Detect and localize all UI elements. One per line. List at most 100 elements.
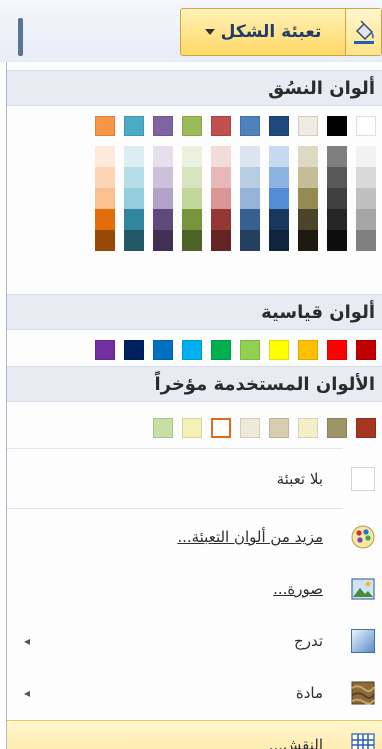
recent-color-swatch[interactable] bbox=[240, 418, 260, 438]
theme-shade-swatch[interactable] bbox=[356, 230, 376, 251]
theme-shade-swatch[interactable] bbox=[124, 167, 144, 188]
standard-color-swatch[interactable] bbox=[153, 340, 173, 360]
standard-color-swatch[interactable] bbox=[269, 340, 289, 360]
theme-shade-column bbox=[124, 146, 144, 251]
theme-shade-swatch[interactable] bbox=[182, 209, 202, 230]
recent-color-swatch[interactable] bbox=[327, 418, 347, 438]
theme-shade-swatch[interactable] bbox=[153, 230, 173, 251]
theme-shade-swatch[interactable] bbox=[124, 146, 144, 167]
theme-shade-swatch[interactable] bbox=[327, 209, 347, 230]
theme-shade-swatch[interactable] bbox=[124, 209, 144, 230]
theme-shade-swatch[interactable] bbox=[240, 167, 260, 188]
standard-color-swatch[interactable] bbox=[298, 340, 318, 360]
picture-fill-icon-col bbox=[343, 564, 382, 614]
recent-color-swatch[interactable] bbox=[298, 418, 318, 438]
theme-shade-swatch[interactable] bbox=[182, 167, 202, 188]
theme-shade-swatch[interactable] bbox=[298, 146, 318, 167]
theme-shade-swatch[interactable] bbox=[95, 230, 115, 251]
standard-color-swatch[interactable] bbox=[211, 340, 231, 360]
texture-fill-item[interactable]: مادة ◂ bbox=[7, 668, 382, 718]
theme-shade-swatch[interactable] bbox=[269, 209, 289, 230]
theme-shade-swatch[interactable] bbox=[298, 209, 318, 230]
theme-shade-swatch[interactable] bbox=[182, 146, 202, 167]
theme-color-swatch[interactable] bbox=[269, 116, 289, 136]
theme-colors-title: ألوان النسُق bbox=[268, 77, 375, 99]
recent-color-swatch[interactable] bbox=[269, 418, 289, 438]
theme-shade-swatch[interactable] bbox=[95, 146, 115, 167]
theme-shade-swatch[interactable] bbox=[211, 209, 231, 230]
gradient-fill-item[interactable]: تدرج ◂ bbox=[7, 616, 382, 666]
texture-icon bbox=[351, 681, 375, 705]
theme-shade-swatch[interactable] bbox=[240, 188, 260, 209]
theme-color-swatch[interactable] bbox=[124, 116, 144, 136]
theme-shade-column bbox=[182, 146, 202, 251]
more-fill-colors-item[interactable]: مزيد من ألوان التعبئة... bbox=[7, 512, 382, 562]
standard-color-swatch[interactable] bbox=[240, 340, 260, 360]
theme-shade-swatch[interactable] bbox=[356, 209, 376, 230]
theme-shade-swatch[interactable] bbox=[298, 188, 318, 209]
theme-shade-swatch[interactable] bbox=[298, 230, 318, 251]
shape-fill-icon-button[interactable] bbox=[345, 9, 381, 55]
theme-color-swatch[interactable] bbox=[356, 116, 376, 136]
theme-shade-swatch[interactable] bbox=[95, 209, 115, 230]
theme-shade-swatch[interactable] bbox=[240, 209, 260, 230]
standard-color-swatch[interactable] bbox=[356, 340, 376, 360]
theme-shade-swatch[interactable] bbox=[95, 188, 115, 209]
no-fill-item[interactable]: بلا تعبئة bbox=[7, 454, 382, 504]
theme-shade-swatch[interactable] bbox=[211, 230, 231, 251]
recent-colors-header: الألوان المستخدمة مؤخراً bbox=[7, 366, 382, 402]
picture-icon bbox=[351, 578, 375, 600]
theme-shade-swatch[interactable] bbox=[211, 188, 231, 209]
standard-color-swatch[interactable] bbox=[124, 340, 144, 360]
theme-shade-swatch[interactable] bbox=[124, 188, 144, 209]
theme-shade-swatch[interactable] bbox=[269, 188, 289, 209]
theme-shade-swatch[interactable] bbox=[298, 167, 318, 188]
standard-color-swatch[interactable] bbox=[327, 340, 347, 360]
theme-shade-swatch[interactable] bbox=[95, 167, 115, 188]
theme-shade-swatch[interactable] bbox=[153, 209, 173, 230]
theme-shade-swatch[interactable] bbox=[327, 188, 347, 209]
theme-shade-swatch[interactable] bbox=[327, 146, 347, 167]
theme-color-swatch[interactable] bbox=[240, 116, 260, 136]
theme-shade-swatch[interactable] bbox=[269, 230, 289, 251]
theme-shade-swatch[interactable] bbox=[124, 230, 144, 251]
standard-color-swatch[interactable] bbox=[95, 340, 115, 360]
theme-shade-swatch[interactable] bbox=[153, 188, 173, 209]
standard-color-swatch[interactable] bbox=[182, 340, 202, 360]
theme-color-swatch[interactable] bbox=[298, 116, 318, 136]
theme-shade-swatch[interactable] bbox=[269, 146, 289, 167]
theme-shade-column bbox=[211, 146, 231, 251]
no-fill-label: بلا تعبئة bbox=[276, 470, 323, 488]
dropdown-arrow-icon[interactable] bbox=[204, 29, 215, 35]
theme-color-swatch[interactable] bbox=[182, 116, 202, 136]
theme-shade-swatch[interactable] bbox=[356, 146, 376, 167]
shape-fill-menu: ألوان النسُق ألوان قياسية الألوان المستخ… bbox=[6, 62, 382, 749]
recent-color-swatch[interactable] bbox=[356, 418, 376, 438]
shape-fill-label-part[interactable]: تعبئة الشكل bbox=[181, 22, 345, 42]
theme-shade-swatch[interactable] bbox=[211, 167, 231, 188]
recent-color-swatch-selected[interactable] bbox=[211, 418, 231, 438]
theme-shade-swatch[interactable] bbox=[153, 167, 173, 188]
theme-shade-swatch[interactable] bbox=[240, 146, 260, 167]
theme-shade-swatch[interactable] bbox=[269, 167, 289, 188]
theme-shade-swatch[interactable] bbox=[356, 167, 376, 188]
pattern-fill-item[interactable]: النقش... bbox=[7, 720, 382, 749]
theme-color-swatch[interactable] bbox=[327, 116, 347, 136]
theme-shade-swatch[interactable] bbox=[327, 167, 347, 188]
shape-fill-button[interactable]: تعبئة الشكل bbox=[180, 8, 382, 56]
theme-shade-swatch[interactable] bbox=[153, 146, 173, 167]
gradient-fill-label: تدرج bbox=[294, 632, 323, 650]
picture-fill-item[interactable]: صورة... bbox=[7, 564, 382, 614]
theme-color-swatch[interactable] bbox=[153, 116, 173, 136]
recent-color-swatch[interactable] bbox=[182, 418, 202, 438]
theme-shade-swatch[interactable] bbox=[240, 230, 260, 251]
theme-shade-swatch[interactable] bbox=[356, 188, 376, 209]
theme-color-swatch[interactable] bbox=[95, 116, 115, 136]
theme-color-swatch[interactable] bbox=[211, 116, 231, 136]
theme-shade-swatch[interactable] bbox=[182, 230, 202, 251]
gradient-fill-icon-col bbox=[343, 616, 382, 666]
recent-color-swatch[interactable] bbox=[153, 418, 173, 438]
theme-shade-swatch[interactable] bbox=[327, 230, 347, 251]
theme-shade-swatch[interactable] bbox=[182, 188, 202, 209]
theme-shade-swatch[interactable] bbox=[211, 146, 231, 167]
